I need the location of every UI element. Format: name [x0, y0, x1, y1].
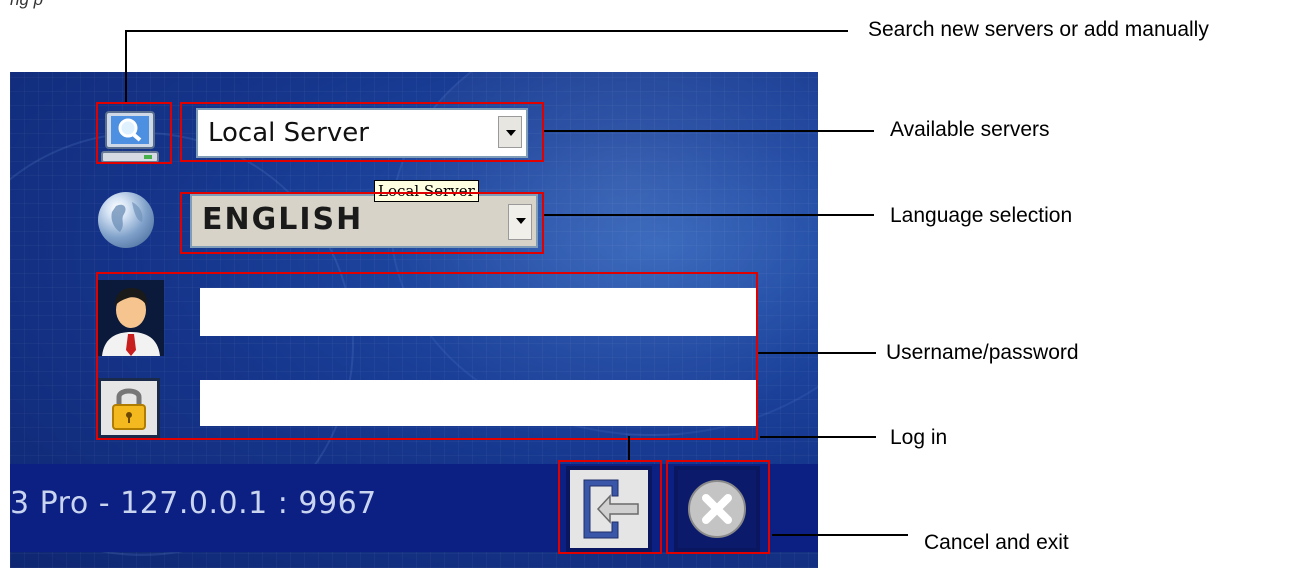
callout-language: Language selection — [890, 204, 1073, 227]
server-tooltip: Local Server — [374, 180, 479, 202]
login-button[interactable] — [566, 466, 652, 552]
callout-line-login-drop — [628, 436, 630, 460]
caption-fragment: ng p — [10, 0, 43, 10]
cancel-button[interactable] — [674, 466, 760, 552]
callout-line-language — [544, 214, 874, 216]
language-select-value: ENGLISH — [202, 202, 364, 237]
callout-line-search-horizontal — [125, 30, 848, 32]
server-select[interactable]: Local Server — [196, 108, 528, 158]
server-search-icon[interactable] — [98, 108, 162, 168]
callout-line-credentials — [758, 352, 876, 354]
language-select[interactable]: ENGLISH — [190, 194, 538, 248]
server-dropdown-arrow-icon[interactable] — [498, 116, 522, 148]
callout-line-servers — [544, 130, 874, 132]
cancel-x-icon — [688, 480, 746, 538]
login-door-arrow-icon — [583, 479, 639, 539]
server-select-value: Local Server — [208, 118, 369, 148]
username-input[interactable] — [200, 288, 758, 336]
callout-login: Log in — [890, 426, 948, 449]
callout-search: Search new servers or add manually — [868, 18, 1209, 41]
callout-servers: Available servers — [890, 118, 1050, 141]
status-text: 3 Pro - 127.0.0.1 : 9967 — [10, 486, 377, 521]
callout-credentials: Username/password — [886, 341, 1079, 364]
callout-line-login — [760, 436, 876, 438]
callout-line-cancel — [772, 534, 908, 536]
login-window: Local Server ENGLISH Local Server 3 Pro … — [10, 72, 818, 568]
language-dropdown-arrow-icon[interactable] — [508, 204, 532, 240]
lock-icon — [98, 378, 160, 438]
user-avatar-icon — [98, 280, 164, 356]
callout-cancel: Cancel and exit — [924, 531, 1069, 554]
callout-line-search-vertical — [125, 30, 127, 102]
password-input[interactable] — [200, 380, 758, 426]
globe-icon — [98, 192, 154, 248]
